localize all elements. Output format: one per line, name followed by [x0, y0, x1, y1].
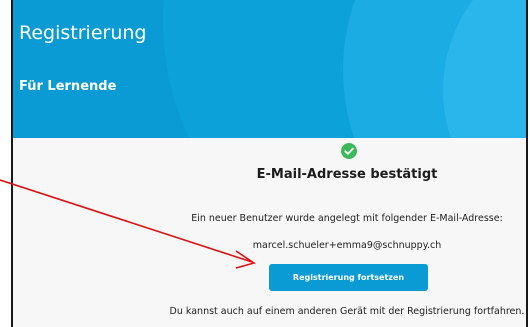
continue-registration-button[interactable]: Registrierung fortsetzen: [269, 264, 428, 291]
email-address: marcel.schueler+emma9@schnuppy.ch: [252, 240, 442, 251]
page-subtitle: Für Lernende: [19, 79, 117, 94]
browser-frame: Registrierung Für Lernende E-Mail-Adress…: [11, 0, 528, 327]
alt-device-text: Du kannst auch auf einem anderen Gerät m…: [169, 306, 525, 317]
confirmation-panel: E-Mail-Adresse bestätigt Ein neuer Benut…: [13, 138, 526, 327]
check-circle-icon: [341, 143, 357, 159]
page-header: Registrierung Für Lernende: [13, 0, 526, 138]
info-text: Ein neuer Benutzer wurde angelegt mit fo…: [191, 213, 503, 224]
confirmation-title: E-Mail-Adresse bestätigt: [256, 167, 438, 182]
page-title: Registrierung: [19, 22, 147, 44]
